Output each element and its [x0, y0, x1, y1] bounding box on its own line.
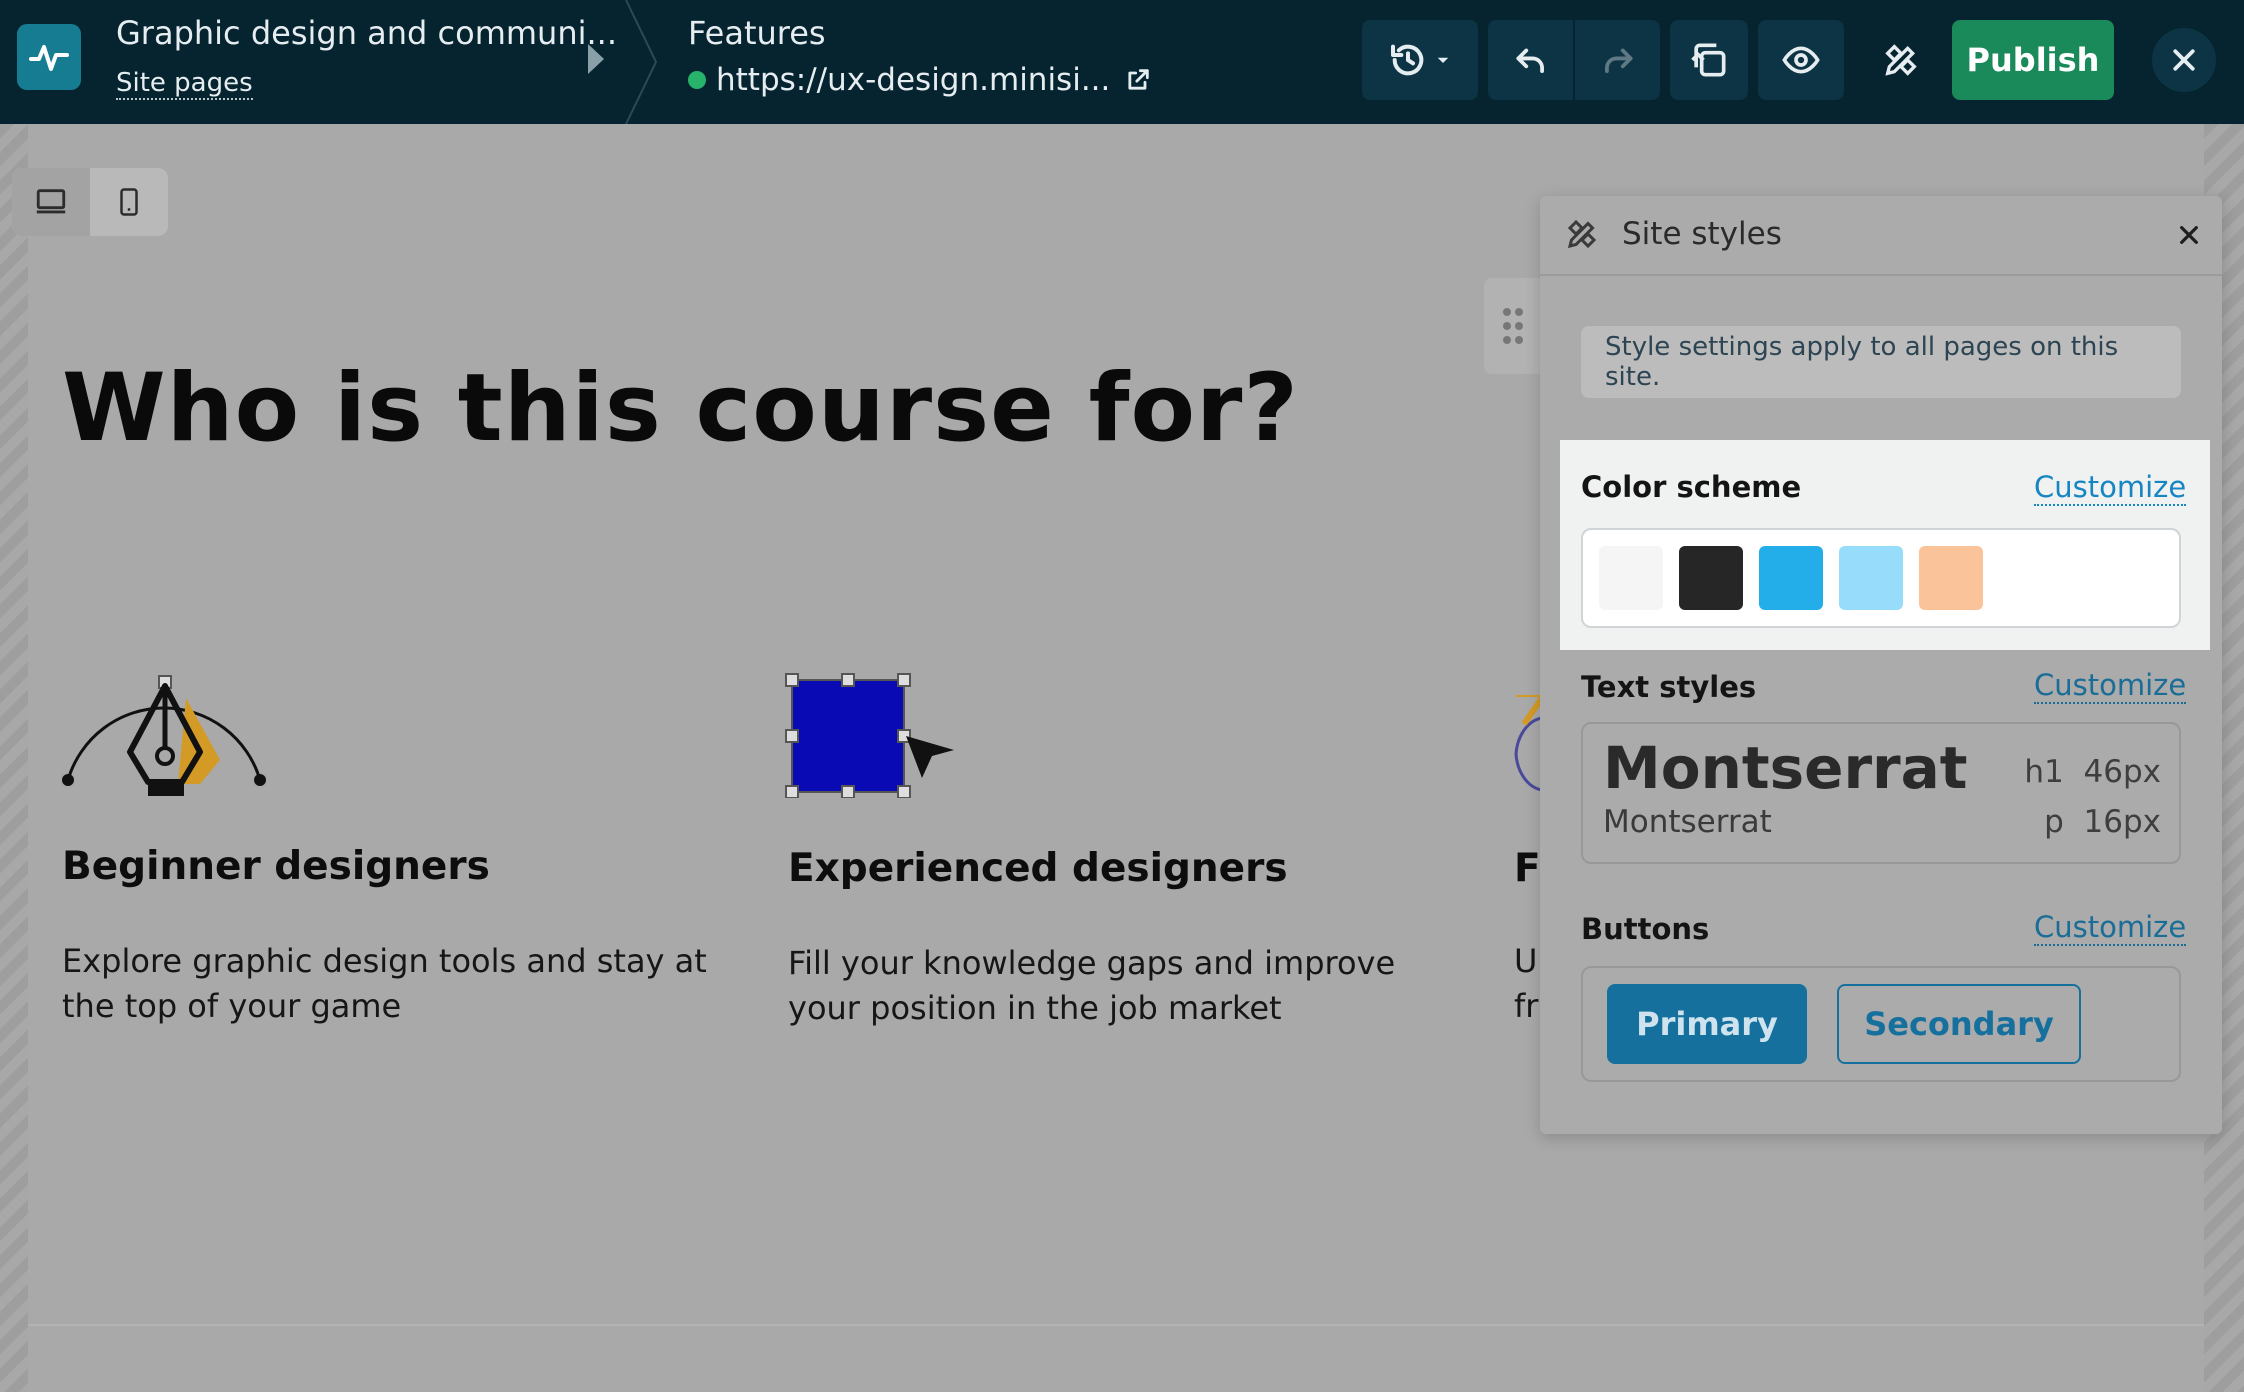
- desktop-icon: [36, 189, 66, 214]
- site-pages-link[interactable]: Site pages: [116, 68, 253, 100]
- close-icon: [2180, 226, 2198, 244]
- color-scheme-customize-link[interactable]: Customize: [2034, 470, 2187, 506]
- pages-icon: [1691, 43, 1726, 77]
- color-swatch: [1759, 546, 1823, 610]
- design-tools-icon: [1885, 44, 1917, 76]
- p-size-value: 16px: [2083, 804, 2161, 840]
- color-swatches[interactable]: [1581, 528, 2181, 628]
- drag-handle[interactable]: [1484, 278, 1542, 374]
- top-bar: Graphic design and communi... Site pages…: [0, 0, 2244, 124]
- text-styles-customize-link[interactable]: Customize: [2034, 668, 2187, 704]
- site-styles-panel: Site styles Style settings apply to all …: [1540, 196, 2222, 1134]
- buttons-customize-link[interactable]: Customize: [2034, 910, 2187, 946]
- color-scheme-label: Color scheme: [1581, 470, 1802, 504]
- color-swatch: [1599, 546, 1663, 610]
- chevron-down-icon: [1437, 57, 1449, 63]
- card-text-third-line2: fr: [1514, 987, 1539, 1025]
- drag-handle-icon: [1503, 308, 1523, 344]
- styles-notice: Style settings apply to all pages on thi…: [1581, 326, 2181, 398]
- page-heading[interactable]: Who is this course for?: [62, 354, 1299, 463]
- color-swatch: [1919, 546, 1983, 610]
- text-styles-label: Text styles: [1581, 670, 1757, 704]
- preview-button[interactable]: [1758, 20, 1844, 100]
- p-font-name: Montserrat: [1603, 804, 1772, 840]
- buttons-preview[interactable]: Primary Secondary: [1581, 966, 2181, 1082]
- redo-icon: [1604, 48, 1633, 73]
- color-swatch: [1839, 546, 1903, 610]
- h1-size-value: 46px: [2083, 754, 2161, 790]
- undo-redo-group: [1488, 20, 1660, 100]
- card-title-beginner[interactable]: Beginner designers: [62, 844, 490, 889]
- page-name: Features: [688, 14, 826, 52]
- card-text-beginner[interactable]: Explore graphic design tools and stay at…: [62, 939, 742, 1029]
- pulse-logo-icon[interactable]: [17, 24, 81, 90]
- redo-button[interactable]: [1575, 20, 1660, 100]
- history-button[interactable]: [1362, 20, 1478, 100]
- h1-font-name: Montserrat: [1603, 734, 1968, 802]
- mobile-view-button[interactable]: [90, 168, 168, 236]
- panel-close-button[interactable]: [2174, 220, 2204, 250]
- site-styles-button[interactable]: [1862, 20, 1940, 100]
- publish-button[interactable]: Publish: [1952, 20, 2114, 100]
- desktop-view-button[interactable]: [12, 168, 90, 236]
- section-divider: [28, 1324, 2204, 1326]
- panel-title: Site styles: [1622, 216, 1782, 252]
- canvas-margin-left: [0, 124, 28, 1392]
- primary-button-preview[interactable]: Primary: [1607, 984, 1807, 1064]
- p-size: p 16px: [2044, 804, 2161, 840]
- page-url-text: https://ux-design.minisi...: [716, 62, 1111, 98]
- secondary-button-preview[interactable]: Secondary: [1837, 984, 2081, 1064]
- undo-icon: [1515, 48, 1544, 73]
- selection-cursor-icon[interactable]: [784, 672, 956, 798]
- text-styles-preview[interactable]: Montserrat h1 46px Montserrat p 16px: [1581, 722, 2181, 864]
- color-swatch: [1679, 546, 1743, 610]
- h1-size: h1 46px: [2024, 754, 2161, 790]
- close-icon: [2173, 49, 2195, 71]
- pages-button[interactable]: [1670, 20, 1748, 100]
- external-link-icon: [1128, 69, 1150, 90]
- device-toggle: [12, 168, 168, 236]
- pen-tool-icon[interactable]: [60, 672, 274, 798]
- card-text-experienced[interactable]: Fill your knowledge gaps and improve you…: [788, 941, 1468, 1031]
- undo-button[interactable]: [1488, 20, 1575, 100]
- card-title-experienced[interactable]: Experienced designers: [788, 846, 1288, 891]
- p-tag: p: [2044, 804, 2064, 840]
- panel-header: Site styles: [1540, 196, 2222, 276]
- design-tools-icon: [1567, 219, 1597, 249]
- mobile-icon: [120, 188, 138, 216]
- card-title-third[interactable]: F: [1514, 846, 1540, 891]
- status-dot: [688, 71, 706, 89]
- caret-right-icon[interactable]: [588, 44, 604, 74]
- card-text-third-line1: U: [1514, 942, 1538, 980]
- h1-tag: h1: [2024, 754, 2064, 790]
- breadcrumb-separator: [625, 0, 658, 124]
- card-3-icon[interactable]: [1514, 694, 1542, 794]
- history-icon: [1391, 44, 1424, 76]
- close-editor-button[interactable]: [2152, 28, 2216, 92]
- buttons-label: Buttons: [1581, 912, 1710, 946]
- site-title[interactable]: Graphic design and communi...: [116, 14, 617, 52]
- eye-icon: [1782, 46, 1820, 74]
- card-text-third[interactable]: U fr: [1514, 939, 1540, 1029]
- color-scheme-section[interactable]: Color scheme Customize: [1560, 440, 2210, 650]
- page-url-link[interactable]: https://ux-design.minisi...: [688, 62, 1152, 98]
